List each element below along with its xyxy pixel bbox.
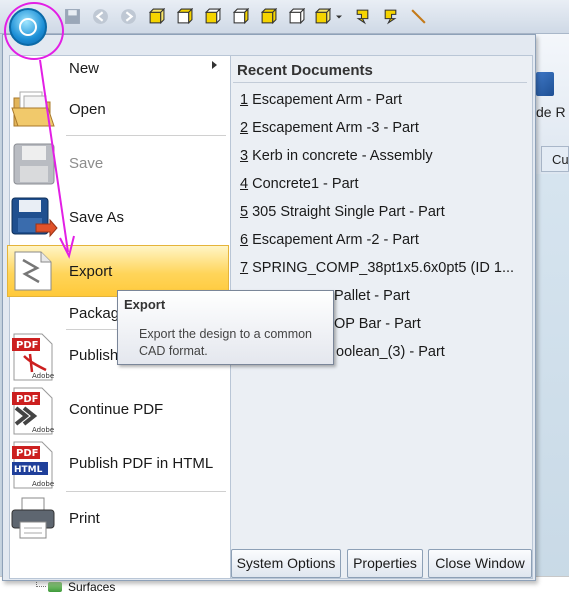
annotation-arrow xyxy=(39,59,75,259)
